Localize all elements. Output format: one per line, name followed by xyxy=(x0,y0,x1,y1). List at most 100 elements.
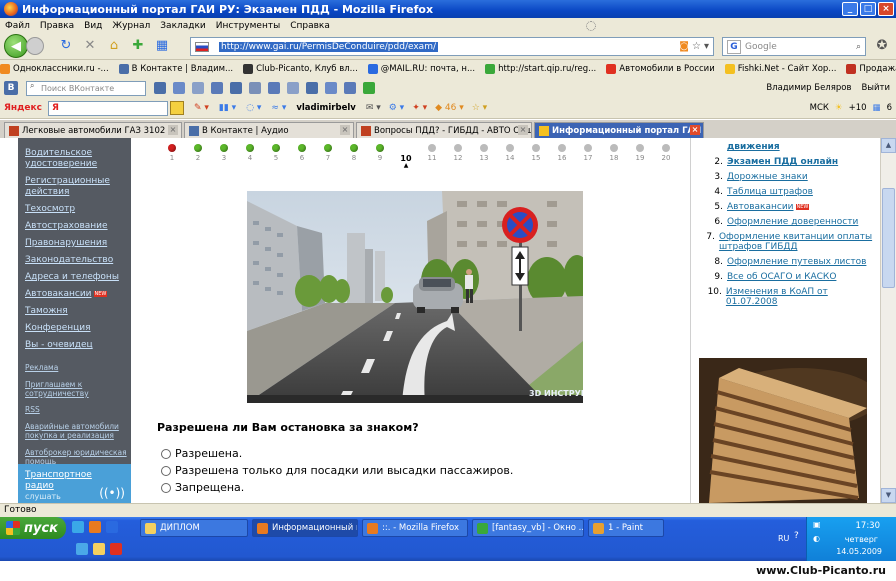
tray-volume-icon[interactable]: ◐ xyxy=(813,534,820,543)
question-dot[interactable]: 8 xyxy=(341,144,367,169)
taskbar-task[interactable]: ::. - Mozilla Firefox xyxy=(362,519,468,537)
yandex-user[interactable]: vladimirbelv xyxy=(296,103,355,113)
addon-icon[interactable]: ✪ xyxy=(874,38,890,54)
right-list-link[interactable]: Все об ОСАГО и КАСКО xyxy=(727,272,836,282)
search-icon[interactable]: ⌕ xyxy=(856,42,861,52)
bookmark-item[interactable]: Club-Picanto, Клуб вл... xyxy=(243,64,358,74)
scroll-thumb[interactable] xyxy=(882,188,895,288)
vk-settings-icon[interactable] xyxy=(287,82,299,94)
leftnav-link[interactable]: удостоверение xyxy=(18,159,131,170)
answer-radio[interactable] xyxy=(161,448,171,459)
question-dot[interactable]: 1 xyxy=(159,144,185,169)
vk-user-name[interactable]: Владимир Беляров xyxy=(766,83,851,93)
yandex-chart-icon[interactable]: ▮▮ ▾ xyxy=(219,103,236,113)
bookmark-item[interactable]: Fishki.Net - Сайт Хор... xyxy=(724,64,836,74)
speed-dial-icon[interactable]: ▦ xyxy=(154,38,170,54)
leftnav-link[interactable]: Адреса и телефоны xyxy=(18,272,131,283)
tab-close-icon[interactable]: × xyxy=(340,125,350,135)
minimize-button[interactable]: _ xyxy=(842,2,858,16)
bookmark-item[interactable]: @MAIL.RU: почта, н... xyxy=(367,64,475,74)
question-dot[interactable]: 13 xyxy=(471,144,497,169)
vk-groups-icon[interactable] xyxy=(249,82,261,94)
vk-photo-icon[interactable] xyxy=(173,82,185,94)
tab-close-icon[interactable]: × xyxy=(690,125,700,135)
question-dot[interactable]: 2 xyxy=(185,144,211,169)
menu-history[interactable]: Журнал xyxy=(112,21,150,31)
leftnav-link[interactable]: Конференция xyxy=(18,323,131,334)
url-text[interactable]: http://www.gai.ru/PermisDeConduire/pdd/e… xyxy=(219,41,438,52)
menu-tools[interactable]: Инструменты xyxy=(216,21,280,31)
leftnav-link[interactable]: Таможня xyxy=(18,306,131,317)
leftnav-small-link[interactable]: сотрудничеству xyxy=(18,389,131,398)
answer-option[interactable]: Разрешена. xyxy=(161,446,513,461)
taskbar-task[interactable]: [fantasy_vb] - Окно ... xyxy=(472,519,584,537)
yandex-brand[interactable]: Яндекс xyxy=(4,103,42,113)
yandex-search-button[interactable] xyxy=(169,101,184,115)
question-dot[interactable]: 11 xyxy=(419,144,445,169)
search-box[interactable]: G Google ⌕ xyxy=(722,37,866,56)
stop-icon[interactable]: ✕ xyxy=(82,38,98,54)
question-dot[interactable]: 16 xyxy=(549,144,575,169)
question-dot[interactable]: 12 xyxy=(445,144,471,169)
vk-exit-link[interactable]: Выйти xyxy=(861,83,890,93)
leftnav-small-link[interactable]: Аварийные автомобили xyxy=(18,422,131,431)
menu-edit[interactable]: Правка xyxy=(40,21,74,31)
leftnav-small-link[interactable]: RSS xyxy=(18,405,131,414)
leftnav-link[interactable]: Законодательство xyxy=(18,255,131,266)
leftnav-small-link[interactable]: Автоброкер юридическая xyxy=(18,448,131,457)
yandex-weather-city[interactable]: МСК xyxy=(810,103,829,113)
vk-search-input[interactable]: Поиск ВКонтакте xyxy=(26,80,146,96)
yandex-mail-icon[interactable]: ✉ ▾ xyxy=(366,103,381,113)
question-dot[interactable]: 3 xyxy=(211,144,237,169)
menu-file[interactable]: Файл xyxy=(5,21,30,31)
scroll-down-button[interactable]: ▼ xyxy=(881,488,896,503)
menu-view[interactable]: Вид xyxy=(84,21,102,31)
vk-friends-icon[interactable] xyxy=(154,82,166,94)
right-list-link[interactable]: Оформление доверенности xyxy=(727,217,858,227)
leftnav-small-link[interactable]: Реклама xyxy=(18,363,131,372)
rss-icon[interactable]: ◙ xyxy=(679,41,689,52)
leftnav-link[interactable]: действия xyxy=(18,187,131,198)
question-dot[interactable]: 5 xyxy=(263,144,289,169)
vk-notes-icon[interactable] xyxy=(268,82,280,94)
yandex-search-input[interactable]: Я xyxy=(47,100,168,116)
quicklaunch-metro-icon[interactable] xyxy=(110,543,122,555)
dropdown-icon[interactable]: ▾ xyxy=(704,41,709,52)
start-button[interactable]: пуск xyxy=(0,517,66,539)
right-list-link[interactable]: Автовакансии NEW xyxy=(727,202,810,212)
leftnav-link[interactable]: Автовакансии NEW xyxy=(18,289,131,300)
scroll-up-button[interactable]: ▲ xyxy=(881,138,896,153)
yandex-star-icon[interactable]: ☆ ▾ xyxy=(472,103,487,113)
vk-audio-icon[interactable] xyxy=(211,82,223,94)
leftnav-link[interactable]: Вы - очевидец xyxy=(18,340,131,351)
bookmark-item[interactable]: В Контакте | Владим... xyxy=(118,64,233,74)
bookmark-item[interactable]: Одноклассники.ru -... xyxy=(0,64,109,74)
cake-banner[interactable] xyxy=(699,358,867,503)
question-dot[interactable]: 19 xyxy=(627,144,653,169)
star-icon[interactable]: ☆ xyxy=(692,41,701,52)
reload-icon[interactable]: ↻ xyxy=(58,38,74,54)
vk-video-icon[interactable] xyxy=(192,82,204,94)
quicklaunch-ie-icon[interactable] xyxy=(106,521,118,533)
quicklaunch-firefox-icon[interactable] xyxy=(89,521,101,533)
yandex-run-icon[interactable]: ✦ ▾ xyxy=(412,103,427,113)
vk-events-icon[interactable] xyxy=(344,82,356,94)
forward-button[interactable] xyxy=(26,37,44,55)
right-list-link[interactable]: Изменения в КоАП от 01.07.2008 xyxy=(726,287,875,307)
right-list-link[interactable]: Оформление путевых листов xyxy=(727,257,866,267)
menu-help[interactable]: Справка xyxy=(290,21,330,31)
vk-apps-icon[interactable] xyxy=(325,82,337,94)
transport-radio-block[interactable]: Транспортное радио слушать ((•)) xyxy=(18,464,131,503)
tray-network-icon[interactable]: ▣ xyxy=(813,520,821,529)
vk-news-icon[interactable] xyxy=(306,82,318,94)
question-dot[interactable]: 20 xyxy=(653,144,679,169)
quicklaunch-folder-icon[interactable] xyxy=(93,543,105,555)
answer-option[interactable]: Запрещена. xyxy=(161,480,513,495)
home-icon[interactable]: ⌂ xyxy=(106,38,122,54)
leftnav-link[interactable]: Автострахование xyxy=(18,221,131,232)
leftnav-small-link[interactable]: Приглашаем к xyxy=(18,380,131,389)
right-list-link[interactable]: Экзамен ПДД онлайн xyxy=(727,157,838,167)
close-window-button[interactable]: × xyxy=(878,2,894,16)
yandex-extra-count[interactable]: 6 xyxy=(887,103,892,113)
yandex-tools-icon[interactable]: ✎ ▾ xyxy=(194,103,209,113)
